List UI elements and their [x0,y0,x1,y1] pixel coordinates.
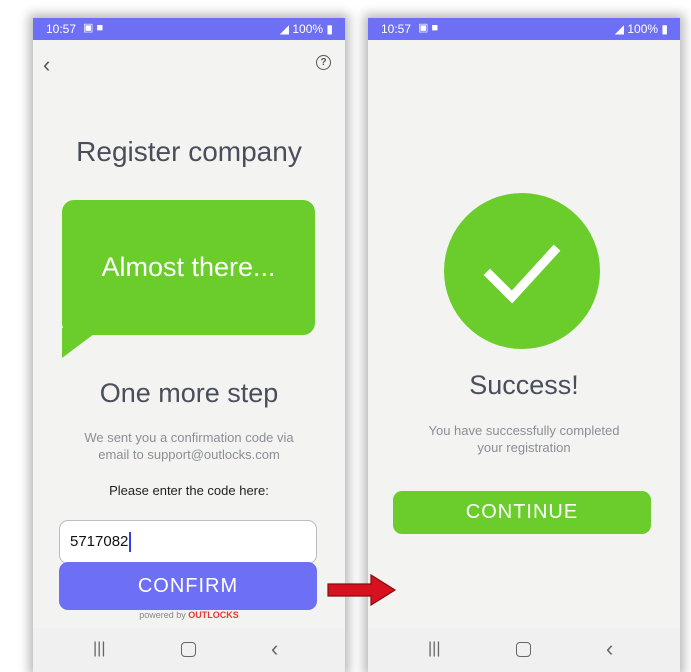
battery-icon: ▮ [661,22,668,36]
nav-back-icon[interactable]: ‹ [271,636,278,662]
nav-back-icon[interactable]: ‹ [606,636,613,662]
message-line-2: your registration [477,440,571,455]
recent-apps-icon[interactable]: ||| [428,640,440,658]
status-time: 10:57 [381,22,412,36]
page-title: Register company [76,136,302,167]
code-prompt: Please enter the code here: [109,483,269,498]
arrow-right-icon [327,574,397,606]
speech-bubble: Almost there... [62,200,315,335]
recent-apps-icon[interactable]: ||| [93,640,105,658]
status-right: ◢ 100% ▮ [615,22,668,36]
notification-icons: ▣ ■ [418,22,439,34]
status-time: 10:57 [46,22,77,36]
signal-icon: ◢ [614,22,624,36]
continue-button[interactable]: CONTINUE [393,491,651,534]
battery-level: 100% [627,22,659,36]
info-line-1: We sent you a confirmation code via [84,430,294,445]
status-right: ◢ 100% ▮ [280,22,333,36]
phone-screen-register: 10:57 ▣ ■ ◢ 100% ▮ ‹ ? Register company … [33,18,345,672]
check-icon [483,244,561,304]
signal-icon: ◢ [279,22,289,36]
success-badge [444,193,600,349]
message-line-1: You have successfully completed [428,423,620,438]
battery-icon: ▮ [326,22,333,36]
powered-by-text: powered by [139,610,186,620]
subheading: One more step [99,378,279,408]
phone-screen-success: 10:57 ▣ ■ ◢ 100% ▮ Success! You have suc… [368,18,680,672]
back-chevron-icon[interactable]: ‹ [43,52,50,78]
confirmation-code-input[interactable]: 5717082 [59,520,317,564]
navigation-bar: ||| ‹ [33,628,345,672]
confirm-button[interactable]: CONFIRM [59,562,317,610]
success-title: Success! [469,370,579,400]
powered-by: powered by OUTLOCKS [33,610,345,620]
code-value: 5717082 [70,533,129,550]
brand-name: OUTLOCKS [188,610,239,620]
home-icon[interactable] [181,642,196,657]
info-line-2: email to support@outlocks.com [98,447,280,462]
status-bar: 10:57 ▣ ■ ◢ 100% ▮ [33,18,345,40]
success-message: You have successfully completed your reg… [388,422,660,456]
battery-level: 100% [292,22,324,36]
text-caret [129,532,132,553]
navigation-bar: ||| ‹ [368,628,680,672]
bubble-text: Almost there... [101,252,276,282]
help-icon[interactable]: ? [316,55,331,70]
confirmation-info: We sent you a confirmation code via emai… [53,429,325,463]
notification-icons: ▣ ■ [83,22,104,34]
home-icon[interactable] [516,642,531,657]
status-bar: 10:57 ▣ ■ ◢ 100% ▮ [368,18,680,40]
